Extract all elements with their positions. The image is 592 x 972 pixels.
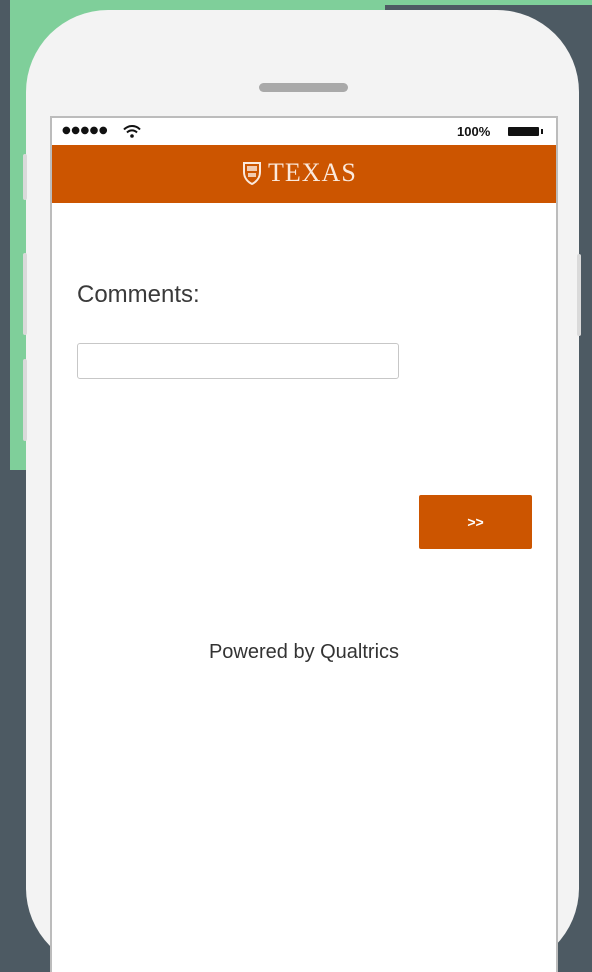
phone-screen: ●●●●● 100% TEXAS Comments: >> Powered by…: [50, 116, 558, 972]
background-dark-edge: [0, 0, 10, 470]
phone-power-button: [577, 254, 581, 336]
texas-logo: TEXAS: [242, 156, 357, 190]
phone-volume-up-button: [23, 253, 27, 335]
status-bar: ●●●●● 100%: [52, 118, 556, 145]
phone-speaker: [259, 83, 348, 92]
background-green-strip: [385, 0, 592, 5]
shield-icon: [243, 162, 261, 185]
phone-mute-switch: [23, 154, 27, 200]
logo-text: TEXAS: [268, 158, 357, 187]
phone-frame: ●●●●● 100% TEXAS Comments: >> Powered by…: [23, 10, 581, 972]
battery-percent: 100%: [457, 124, 491, 139]
survey-header: TEXAS: [52, 145, 556, 203]
signal-strength-icon: ●●●●●: [62, 125, 109, 136]
comments-input[interactable]: [77, 343, 399, 379]
wifi-icon: [123, 125, 141, 138]
phone-volume-down-button: [23, 359, 27, 441]
battery-tip: [541, 129, 543, 134]
question-label: Comments:: [77, 281, 200, 308]
battery-icon: [508, 127, 539, 136]
next-button[interactable]: >>: [419, 495, 532, 549]
powered-by-qualtrics-link[interactable]: Powered by Qualtrics: [52, 641, 556, 664]
